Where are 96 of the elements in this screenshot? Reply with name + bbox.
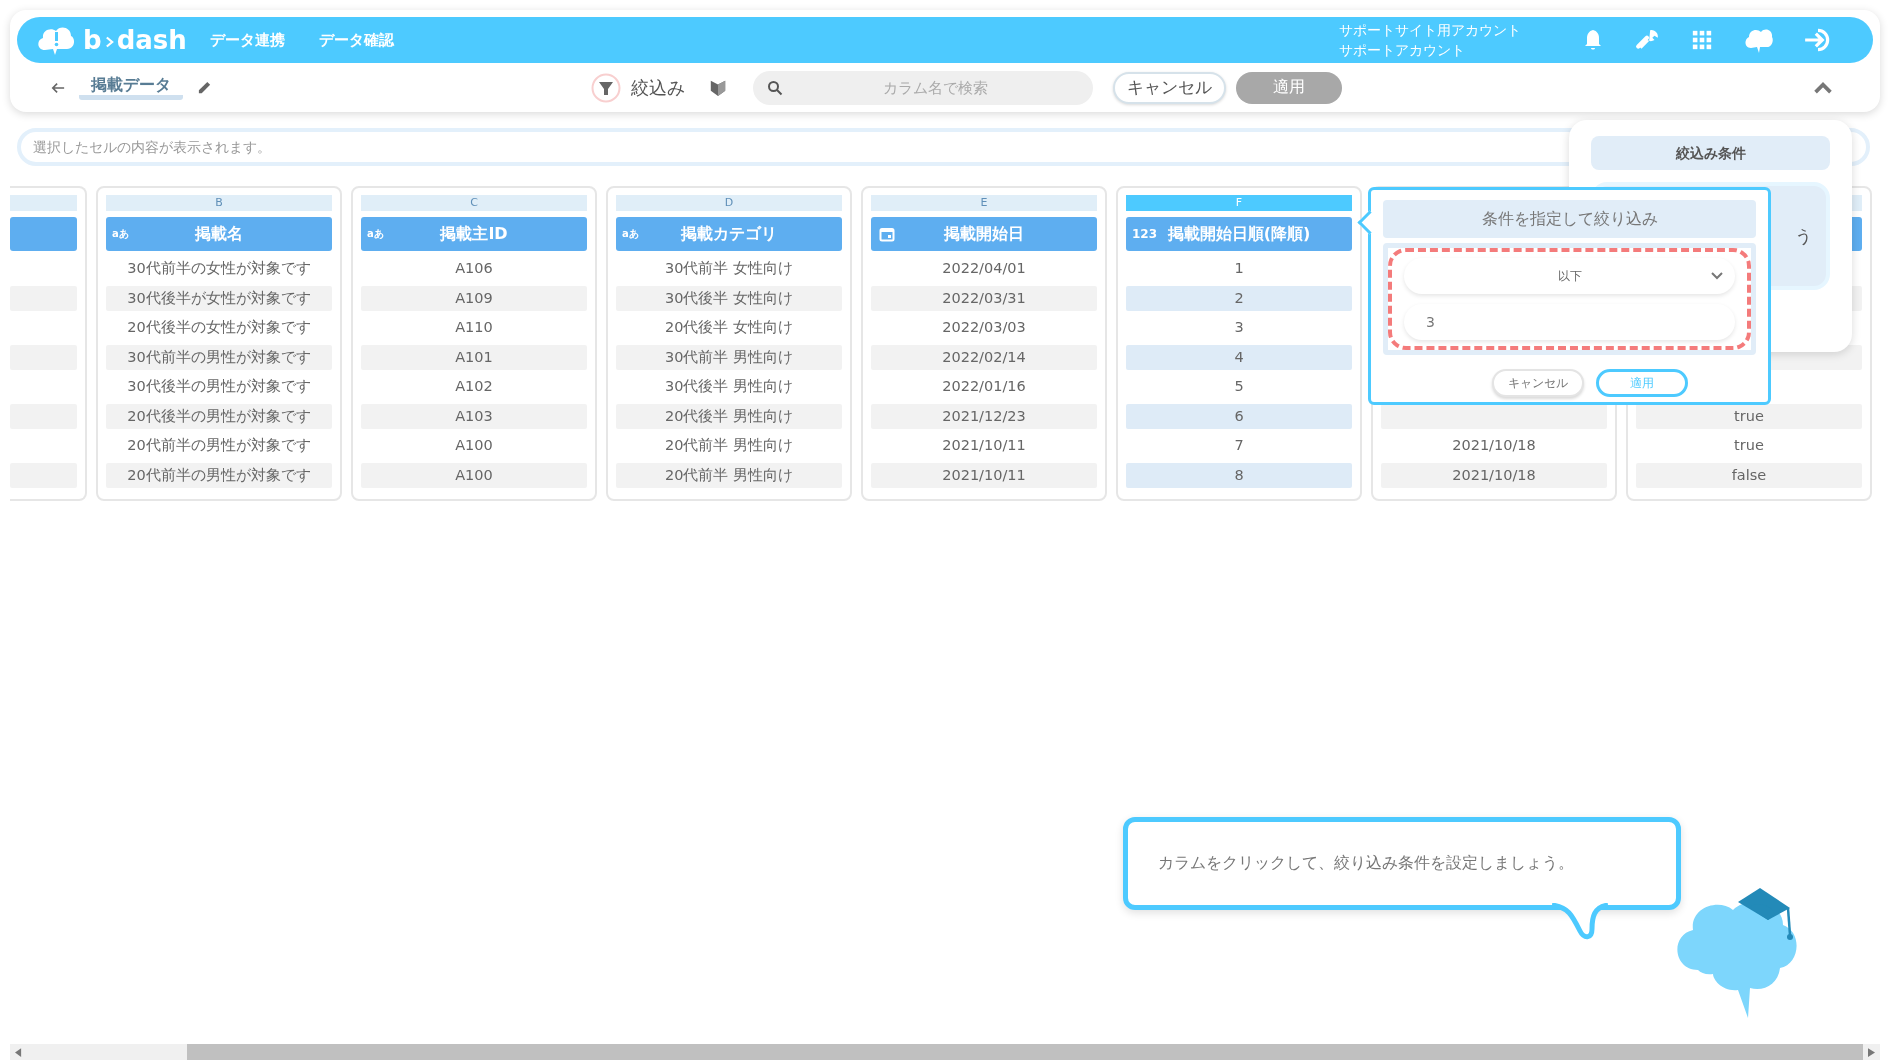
table-cell: true xyxy=(1636,403,1862,429)
condition-box[interactable]: 以下 3 xyxy=(1383,243,1756,355)
apply-button[interactable]: 適用 xyxy=(1595,369,1688,397)
table-cell-text: 30代後半の男性が対象です xyxy=(126,377,312,396)
hint-text: う xyxy=(1795,224,1812,248)
table-cell-text: 30代後半 男性向け xyxy=(663,377,795,396)
table-cell-text: A102 xyxy=(454,377,494,396)
type-label: aあ xyxy=(367,227,384,241)
table-cell: 20代前半 男性向け xyxy=(616,462,842,488)
back-arrow-icon[interactable] xyxy=(51,80,65,95)
column-header[interactable]: aあ 掲載主ID xyxy=(361,217,587,251)
table-cell: 30代後半 女性向け xyxy=(616,285,842,311)
scroll-left-icon[interactable] xyxy=(15,1047,22,1057)
table-cell-text: 3 xyxy=(1233,318,1245,337)
table-cell-text: 2022/04/01 xyxy=(941,259,1027,278)
table-cell: 4 xyxy=(1126,344,1352,370)
table-cell: false xyxy=(1636,462,1862,488)
type-label: aあ xyxy=(112,227,129,241)
column-name: 掲載カテゴリ xyxy=(681,223,777,245)
column-name: 掲載主ID xyxy=(440,223,508,245)
column-header[interactable]: 123 掲載開始日順(降順) xyxy=(1126,217,1352,251)
logo-text: dash xyxy=(116,25,187,55)
column-letter[interactable]: B xyxy=(106,195,332,211)
table-cell: 2021/10/11 xyxy=(871,462,1097,488)
column-letter[interactable]: D xyxy=(616,195,842,211)
table-cell: 20代後半の男性が対象です xyxy=(106,403,332,429)
table-cell-text: 2022/03/03 xyxy=(941,318,1027,337)
account-site: サポートサイト用アカウント xyxy=(1339,21,1521,40)
type-label: 123 xyxy=(1132,227,1158,241)
chevron-up-icon[interactable] xyxy=(1813,81,1833,94)
table-cell: 2 xyxy=(1126,285,1352,311)
pencil-icon[interactable] xyxy=(197,80,212,95)
table-cell: 6 xyxy=(1126,403,1352,429)
table-cell-text: 5 xyxy=(1233,377,1245,396)
table-cell-text: 2021/10/11 xyxy=(941,436,1027,455)
table-cell-text: 30代前半の女性が対象です xyxy=(126,259,312,278)
column-name: 掲載開始日順(降順) xyxy=(1167,223,1311,245)
calendar-icon xyxy=(879,226,895,242)
table-cell: 2022/02/14 xyxy=(871,344,1097,370)
table-cell: 20代後半 男性向け xyxy=(616,403,842,429)
table-cell: A101 xyxy=(361,344,587,370)
table-cell: A103 xyxy=(361,403,587,429)
popover-title: 条件を指定して絞り込み xyxy=(1383,200,1756,238)
column-name: 掲載開始日 xyxy=(944,223,1024,245)
column-header[interactable]: aあ 掲載名 xyxy=(106,217,332,251)
cancel-button[interactable]: キャンセル xyxy=(1113,71,1226,104)
table-cell-text: 20代前半 男性向け xyxy=(663,436,795,455)
logo-text: b xyxy=(83,25,102,55)
table-cell-text: A100 xyxy=(454,436,494,455)
column-header[interactable]: 掲載開始日 xyxy=(871,217,1097,251)
table-cell: A109 xyxy=(361,285,587,311)
scroll-right-icon[interactable] xyxy=(1868,1047,1875,1057)
table-cell-text: 20代後半 女性向け xyxy=(663,318,795,337)
table-cell-text: 30代前半 女性向け xyxy=(663,259,795,278)
column-header[interactable]: aあ 掲載カテゴリ xyxy=(616,217,842,251)
table-cell: 2021/10/18 xyxy=(1381,462,1607,488)
column-name: 掲載名 xyxy=(195,223,243,245)
table-cell-text: 7 xyxy=(1233,436,1245,455)
column-letter[interactable] xyxy=(10,195,77,211)
table-cell-text: 20代前半の男性が対象です xyxy=(126,436,312,455)
table-cell: 30代前半 男性向け xyxy=(616,344,842,370)
search-field[interactable]: カラム名で検索 xyxy=(753,70,1093,105)
horizontal-scrollbar[interactable] xyxy=(10,1044,1880,1060)
nav-link[interactable]: データ連携 xyxy=(210,30,285,50)
column-header[interactable] xyxy=(10,217,77,251)
nav-link[interactable]: データ確認 xyxy=(319,30,394,50)
operator-select[interactable]: 以下 xyxy=(1404,258,1735,294)
table-cell: 8 xyxy=(1126,462,1352,488)
table-cell-text: A106 xyxy=(454,259,494,278)
filter-label: 絞込み xyxy=(631,75,685,100)
table-cell-text: A110 xyxy=(454,318,494,337)
table-cell: 20代前半の男性が対象です xyxy=(106,462,332,488)
cancel-button[interactable]: キャンセル xyxy=(1491,369,1584,397)
search-icon xyxy=(767,79,783,96)
tip-text: カラムをクリックして、絞り込み条件を設定しましょう。 xyxy=(1158,853,1574,874)
column-letter[interactable]: F xyxy=(1126,195,1352,211)
column-letter[interactable]: C xyxy=(361,195,587,211)
table-cell: 30代後半が女性が対象です xyxy=(106,285,332,311)
value-field[interactable]: 3 xyxy=(1404,304,1735,340)
chevron-down-icon xyxy=(1711,272,1723,280)
table-cell: 30代前半の男性が対象です xyxy=(106,344,332,370)
column-letter[interactable]: E xyxy=(871,195,1097,211)
table-cell: 2022/03/31 xyxy=(871,285,1097,311)
table-cell-text: 1 xyxy=(1233,259,1245,278)
table-cell: A100 xyxy=(361,462,587,488)
table-cell: 2021/12/23 xyxy=(871,403,1097,429)
table-cell-text: 20代後半の女性が対象です xyxy=(126,318,312,337)
account-name: サポートアカウント xyxy=(1339,41,1466,60)
filter-panel-title: 絞込み条件 xyxy=(1591,136,1830,170)
table-cell-text: true xyxy=(1733,436,1765,455)
grid-icon[interactable] xyxy=(1691,29,1713,51)
type-label: aあ xyxy=(622,227,639,241)
table-cell-text: 2021/10/18 xyxy=(1451,436,1537,455)
table-cell-text: 2022/01/16 xyxy=(941,377,1027,396)
filter-icon[interactable] xyxy=(591,72,621,103)
dataset-title: 掲載データ xyxy=(79,75,183,100)
